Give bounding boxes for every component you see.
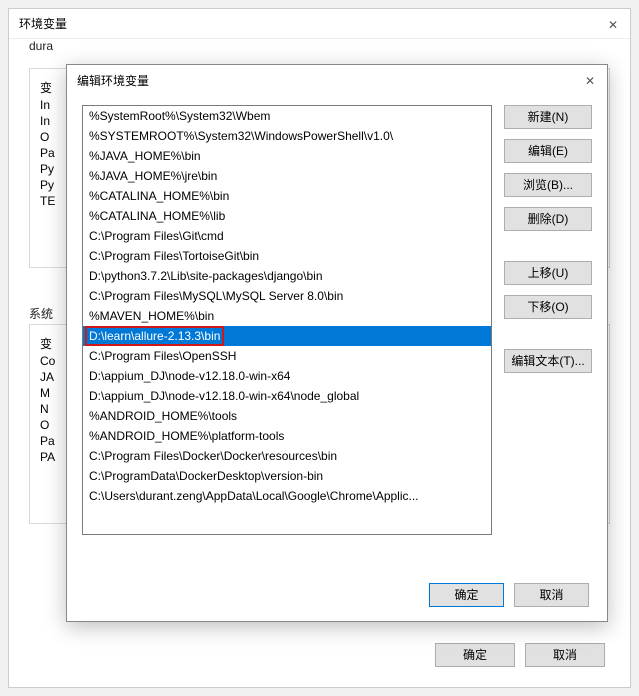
delete-button[interactable]: 删除(D) xyxy=(504,207,592,231)
path-list-item[interactable]: %CATALINA_HOME%\bin xyxy=(83,186,491,206)
outer-ok-button[interactable]: 确定 xyxy=(435,643,515,667)
new-button[interactable]: 新建(N) xyxy=(504,105,592,129)
path-list-item[interactable]: C:\Program Files\Docker\Docker\resources… xyxy=(83,446,491,466)
path-list-item[interactable]: C:\Program Files\MySQL\MySQL Server 8.0\… xyxy=(83,286,491,306)
path-list-item[interactable]: %ANDROID_HOME%\tools xyxy=(83,406,491,426)
path-list-item[interactable]: %CATALINA_HOME%\lib xyxy=(83,206,491,226)
sys-vars-label: 系统 xyxy=(29,305,53,322)
path-list-item[interactable]: D:\learn\allure-2.13.3\bin xyxy=(83,326,491,346)
outer-button-row: 确定 取消 xyxy=(435,643,605,667)
inner-title: 编辑环境变量 xyxy=(77,72,149,89)
path-list-item[interactable]: C:\ProgramData\DockerDesktop\version-bin xyxy=(83,466,491,486)
path-list-item[interactable]: %SYSTEMROOT%\System32\WindowsPowerShell\… xyxy=(83,126,491,146)
inner-ok-button[interactable]: 确定 xyxy=(429,583,504,607)
move-up-button[interactable]: 上移(U) xyxy=(504,261,592,285)
path-list-item[interactable]: D:\python3.7.2\Lib\site-packages\django\… xyxy=(83,266,491,286)
path-list-item[interactable]: C:\Users\durant.zeng\AppData\Local\Googl… xyxy=(83,486,491,506)
move-down-button[interactable]: 下移(O) xyxy=(504,295,592,319)
browse-button[interactable]: 浏览(B)... xyxy=(504,173,592,197)
spacer xyxy=(504,241,592,261)
spacer xyxy=(504,329,592,349)
path-list-item[interactable]: D:\appium_DJ\node-v12.18.0-win-x64 xyxy=(83,366,491,386)
edit-button[interactable]: 编辑(E) xyxy=(504,139,592,163)
path-list-item[interactable]: C:\Program Files\Git\cmd xyxy=(83,226,491,246)
path-list-item[interactable]: D:\appium_DJ\node-v12.18.0-win-x64\node_… xyxy=(83,386,491,406)
side-button-column: 新建(N) 编辑(E) 浏览(B)... 删除(D) 上移(U) 下移(O) 编… xyxy=(504,105,592,535)
path-list-item[interactable]: C:\Program Files\OpenSSH xyxy=(83,346,491,366)
path-list-item[interactable]: %JAVA_HOME%\bin xyxy=(83,146,491,166)
inner-body: %SystemRoot%\System32\Wbem%SYSTEMROOT%\S… xyxy=(67,95,607,550)
outer-cancel-button[interactable]: 取消 xyxy=(525,643,605,667)
path-listbox[interactable]: %SystemRoot%\System32\Wbem%SYSTEMROOT%\S… xyxy=(82,105,492,535)
highlight-annotation: D:\learn\allure-2.13.3\bin xyxy=(85,326,224,346)
path-list-item[interactable]: %MAVEN_HOME%\bin xyxy=(83,306,491,326)
inner-titlebar: 编辑环境变量 xyxy=(67,65,607,95)
close-icon[interactable] xyxy=(585,74,597,86)
path-list-item[interactable]: %SystemRoot%\System32\Wbem xyxy=(83,106,491,126)
edit-text-button[interactable]: 编辑文本(T)... xyxy=(504,349,592,373)
user-vars-label: dura xyxy=(29,39,53,53)
outer-title: 环境变量 xyxy=(19,15,67,32)
inner-button-row: 确定 取消 xyxy=(429,583,589,607)
close-icon[interactable] xyxy=(608,18,620,30)
path-list-item[interactable]: C:\Program Files\TortoiseGit\bin xyxy=(83,246,491,266)
edit-env-var-dialog: 编辑环境变量 %SystemRoot%\System32\Wbem%SYSTEM… xyxy=(66,64,608,622)
path-list-item[interactable]: %ANDROID_HOME%\platform-tools xyxy=(83,426,491,446)
path-list-item[interactable]: %JAVA_HOME%\jre\bin xyxy=(83,166,491,186)
outer-titlebar: 环境变量 xyxy=(9,9,630,39)
inner-cancel-button[interactable]: 取消 xyxy=(514,583,589,607)
